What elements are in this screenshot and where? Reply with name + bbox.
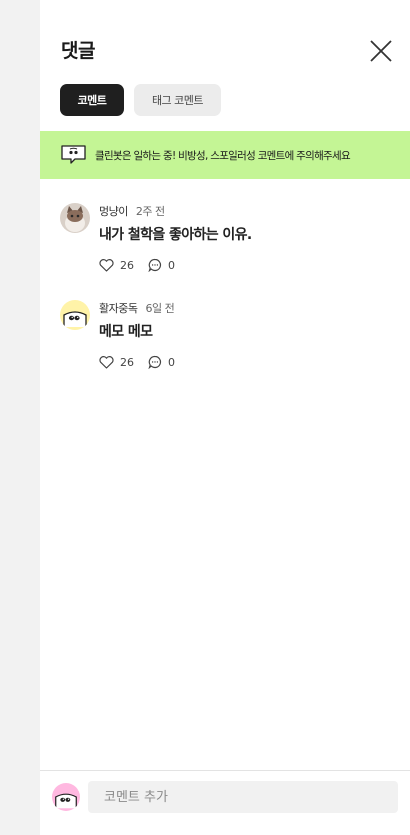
reply-count: 0 bbox=[168, 355, 175, 369]
comment-author[interactable]: 활자중독 bbox=[99, 302, 138, 315]
comment-input[interactable] bbox=[88, 781, 398, 813]
comment-item: 활자중독 6일 전 메모 메모 26 0 bbox=[60, 300, 390, 380]
close-icon bbox=[370, 40, 392, 62]
speech-bubble-icon bbox=[148, 355, 162, 369]
like-button[interactable]: 26 bbox=[99, 259, 134, 272]
reply-count: 0 bbox=[168, 258, 175, 272]
comment-time: 2주 전 bbox=[135, 205, 165, 218]
tab-tag-comments[interactable]: 태그 코멘트 bbox=[134, 84, 221, 116]
avatar[interactable] bbox=[60, 203, 90, 233]
heart-icon bbox=[99, 355, 114, 369]
comment-body: 메모 메모 bbox=[99, 324, 153, 340]
cleanbot-icon bbox=[61, 145, 86, 164]
speech-bubble-icon bbox=[148, 258, 162, 272]
eyes-character-icon bbox=[52, 783, 80, 811]
comment-author[interactable]: 멍냥이 bbox=[99, 205, 128, 218]
comment-time: 6일 전 bbox=[145, 302, 175, 315]
tab-comments[interactable]: 코멘트 bbox=[60, 84, 124, 116]
heart-icon bbox=[99, 258, 114, 272]
eyes-character-icon bbox=[60, 300, 90, 330]
avatar[interactable] bbox=[60, 300, 90, 330]
cat-avatar-icon bbox=[60, 203, 90, 233]
like-count: 26 bbox=[120, 258, 134, 272]
like-count: 26 bbox=[120, 355, 134, 369]
comment-body: 내가 철학을 좋아하는 이유. bbox=[99, 227, 252, 243]
reply-button[interactable]: 0 bbox=[148, 355, 175, 369]
reply-button[interactable]: 0 bbox=[148, 258, 175, 272]
page-title: 댓글 bbox=[61, 40, 95, 62]
notice-text: 클린봇은 일하는 중! 비방성, 스포일러성 코멘트에 주의해주세요 bbox=[95, 149, 351, 162]
avatar bbox=[52, 783, 80, 811]
comment-composer bbox=[40, 770, 410, 835]
comment-item: 멍냥이 2주 전 내가 철학을 좋아하는 이유. 26 0 bbox=[60, 203, 390, 283]
cleanbot-notice: 클린봇은 일하는 중! 비방성, 스포일러성 코멘트에 주의해주세요 bbox=[40, 131, 410, 179]
close-button[interactable] bbox=[369, 39, 393, 63]
background-strip bbox=[0, 0, 40, 835]
like-button[interactable]: 26 bbox=[99, 356, 134, 369]
comments-panel: 댓글 코멘트 태그 코멘트 클린봇은 일하는 중! 비방성, 스포일러성 코멘트… bbox=[40, 0, 410, 835]
